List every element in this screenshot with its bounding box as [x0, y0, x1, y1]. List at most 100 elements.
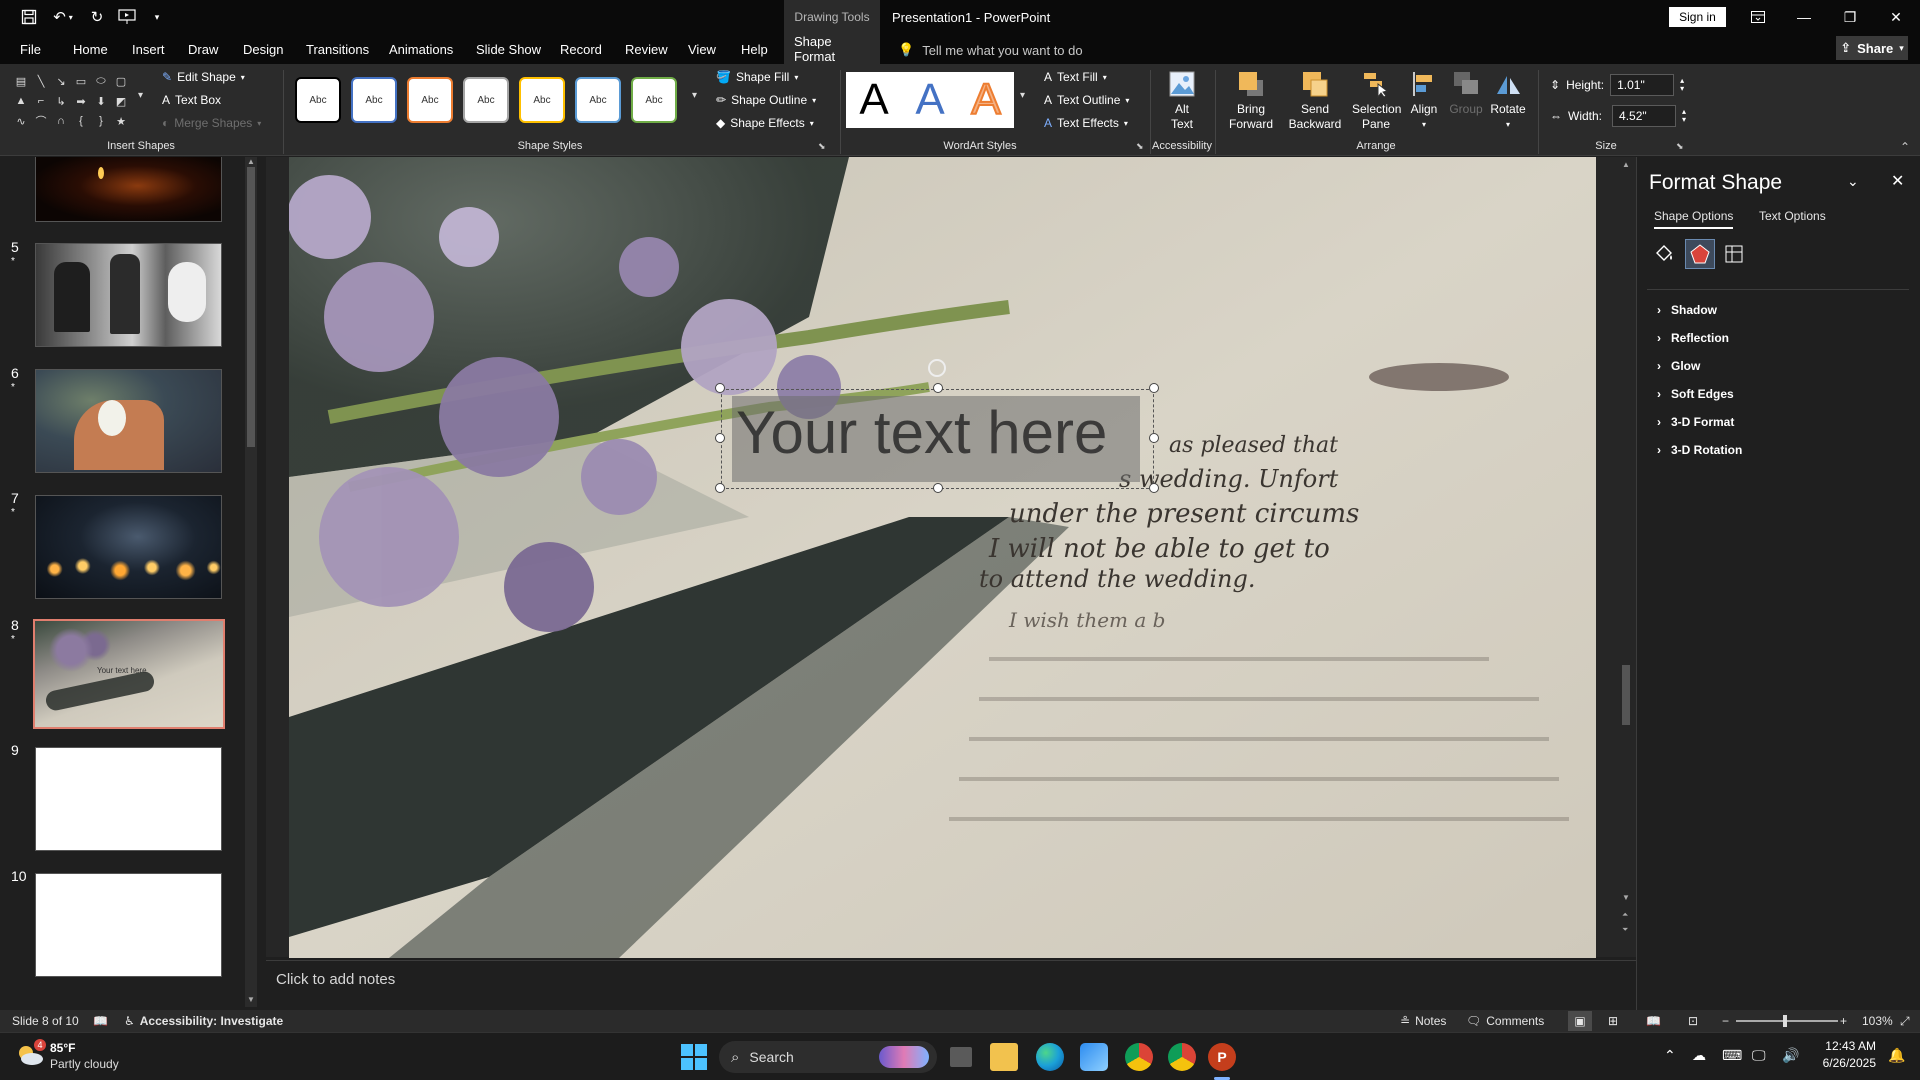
comments-button[interactable]: 🗨 Comments — [1466, 1014, 1544, 1028]
line-shape-icon[interactable]: ╲ — [32, 72, 50, 90]
notifications-icon[interactable]: 🔔 — [1888, 1047, 1905, 1064]
powerpoint-icon[interactable]: P — [1208, 1043, 1236, 1071]
wordart-more-icon[interactable]: ▾ — [1020, 90, 1025, 101]
triangle-shape-icon[interactable]: ▲ — [12, 92, 30, 110]
alt-text-button[interactable]: Alt Text — [1160, 70, 1204, 132]
task-view-icon[interactable] — [950, 1047, 972, 1067]
microsoft-store-icon[interactable] — [1080, 1043, 1108, 1071]
shapes-more-icon[interactable]: ▾ — [138, 90, 143, 101]
edge-browser-icon[interactable] — [1036, 1043, 1064, 1071]
shape-style-3[interactable]: Abc — [407, 77, 453, 123]
tab-design[interactable]: Design — [243, 34, 283, 64]
star-shape-icon[interactable]: ★ — [112, 112, 130, 130]
text-outline-button[interactable]: A Text Outline ▾ — [1044, 93, 1129, 107]
slide-thumbnail-4[interactable] — [35, 157, 222, 222]
shape-styles-dialog-launcher-icon[interactable]: ⬊ — [818, 141, 826, 152]
fit-to-window-icon[interactable]: ⤢ — [1900, 1014, 1910, 1029]
resize-handle-e[interactable] — [1149, 433, 1159, 443]
rounded-rectangle-shape-icon[interactable]: ▢ — [112, 72, 130, 90]
effects-icon[interactable] — [1685, 239, 1715, 269]
volume-icon[interactable]: 🔊 — [1782, 1047, 1799, 1064]
down-arrow-shape-icon[interactable]: ⬇ — [92, 92, 110, 110]
section-3d-rotation[interactable]: › 3-D Rotation — [1657, 443, 1742, 457]
elbow-arrow-shape-icon[interactable]: ↳ — [52, 92, 70, 110]
normal-view-icon[interactable]: ▣ — [1568, 1011, 1592, 1031]
text-box-button[interactable]: A Text Box — [162, 93, 221, 107]
send-backward-button[interactable]: Send Backward — [1284, 70, 1346, 132]
right-arrow-shape-icon[interactable]: ➡ — [72, 92, 90, 110]
width-spinner-icon[interactable]: ▴ ▾ — [1682, 108, 1686, 124]
tab-shape-options[interactable]: Shape Options — [1654, 209, 1734, 229]
slide-sorter-icon[interactable]: ⊞ — [1608, 1014, 1618, 1028]
resize-handle-sw[interactable] — [715, 483, 725, 493]
selection-pane-button[interactable]: Selection Pane — [1350, 70, 1402, 132]
show-hidden-icons-icon[interactable]: ⌃ — [1664, 1047, 1676, 1064]
spelling-check-icon[interactable]: 📖 — [93, 1014, 108, 1028]
onedrive-icon[interactable]: ☁ — [1692, 1047, 1706, 1064]
scroll-up-icon[interactable]: ▲ — [247, 157, 255, 166]
resize-handle-se[interactable] — [1149, 483, 1159, 493]
shape-style-1[interactable]: Abc — [295, 77, 341, 123]
height-spinner-icon[interactable]: ▴ ▾ — [1680, 77, 1684, 93]
weather-widget[interactable]: 4 85°F Partly cloudy — [16, 1039, 156, 1075]
collapse-ribbon-icon[interactable]: ⌃ — [1900, 140, 1910, 154]
zoom-out-icon[interactable]: − — [1722, 1014, 1729, 1028]
shape-effects-button[interactable]: ◆ Shape Effects ▾ — [716, 116, 814, 130]
slide-show-icon[interactable]: ⊡ — [1688, 1014, 1698, 1028]
slide-thumbnail-6[interactable] — [35, 369, 222, 473]
maximize-icon[interactable]: ❐ — [1828, 4, 1872, 30]
zoom-in-icon[interactable]: + — [1840, 1014, 1847, 1028]
textbox-shape-icon[interactable]: ▤ — [12, 72, 30, 90]
undo-icon[interactable]: ↶ ▾ — [48, 6, 78, 28]
tab-home[interactable]: Home — [73, 34, 108, 64]
resize-handle-w[interactable] — [715, 433, 725, 443]
shape-fill-button[interactable]: 🪣 Shape Fill ▾ — [716, 70, 798, 84]
sign-in-button[interactable]: Sign in — [1669, 7, 1726, 27]
selected-text-box[interactable]: Your text here — [721, 389, 1154, 489]
slide-thumbnail-7[interactable] — [35, 495, 222, 599]
resize-handle-n[interactable] — [933, 383, 943, 393]
file-explorer-icon[interactable] — [990, 1043, 1018, 1071]
shape-style-6[interactable]: Abc — [575, 77, 621, 123]
clock[interactable]: 12:43 AM 6/26/2025 — [1816, 1039, 1876, 1070]
rectangle-shape-icon[interactable]: ▭ — [72, 72, 90, 90]
start-from-beginning-icon[interactable] — [116, 6, 138, 28]
rotate-button[interactable]: Rotate ▾ — [1488, 70, 1528, 132]
zoom-slider[interactable] — [1736, 1020, 1838, 1022]
save-icon[interactable] — [18, 6, 40, 28]
shape-outline-button[interactable]: ✏ Shape Outline ▾ — [716, 93, 816, 107]
next-slide-icon[interactable]: ⏷ — [1622, 925, 1628, 935]
pane-options-chevron-icon[interactable]: ⌄ — [1847, 173, 1859, 190]
size-dialog-launcher-icon[interactable]: ⬊ — [1676, 141, 1684, 152]
align-button[interactable]: Align ▾ — [1406, 70, 1442, 132]
tab-draw[interactable]: Draw — [188, 34, 218, 64]
tab-view[interactable]: View — [688, 34, 716, 64]
input-indicator-icon[interactable]: ⌨ — [1722, 1047, 1742, 1064]
right-brace-shape-icon[interactable]: } — [92, 112, 110, 130]
canvas-scrollbar[interactable]: ▲ ▼ ⏶ ⏷ — [1620, 160, 1632, 940]
section-shadow[interactable]: › Shadow — [1657, 303, 1717, 317]
notes-pane[interactable]: Click to add notes — [266, 960, 1636, 1008]
rotate-handle-icon[interactable] — [928, 359, 946, 377]
windows-start-icon[interactable] — [680, 1043, 708, 1071]
tab-file[interactable]: File — [20, 34, 41, 64]
shape-style-7[interactable]: Abc — [631, 77, 677, 123]
text-effects-button[interactable]: A Text Effects ▾ — [1044, 116, 1128, 130]
tab-record[interactable]: Record — [560, 34, 602, 64]
curve-shape-icon[interactable]: ∩ — [52, 112, 70, 130]
section-3d-format[interactable]: › 3-D Format — [1657, 415, 1734, 429]
slide-thumbnail-8[interactable]: Your text here — [33, 619, 225, 729]
previous-slide-icon[interactable]: ⏶ — [1622, 910, 1628, 920]
slide-thumbnail-5[interactable] — [35, 243, 222, 347]
notes-button[interactable]: ≗ Notes — [1400, 1014, 1446, 1028]
tab-slide-show[interactable]: Slide Show — [476, 34, 541, 64]
redo-icon[interactable]: ↻ — [86, 6, 108, 28]
wordart-style-black[interactable]: A — [846, 72, 902, 128]
scroll-down-icon[interactable]: ▼ — [1622, 893, 1630, 902]
scrollbar-thumb[interactable] — [1622, 665, 1630, 725]
style-gallery-more-icon[interactable]: ▾ — [692, 90, 697, 101]
shape-style-2[interactable]: Abc — [351, 77, 397, 123]
zoom-slider-thumb[interactable] — [1783, 1015, 1787, 1027]
resize-handle-s[interactable] — [933, 483, 943, 493]
display-icon[interactable]: 🖵 — [1752, 1047, 1766, 1064]
